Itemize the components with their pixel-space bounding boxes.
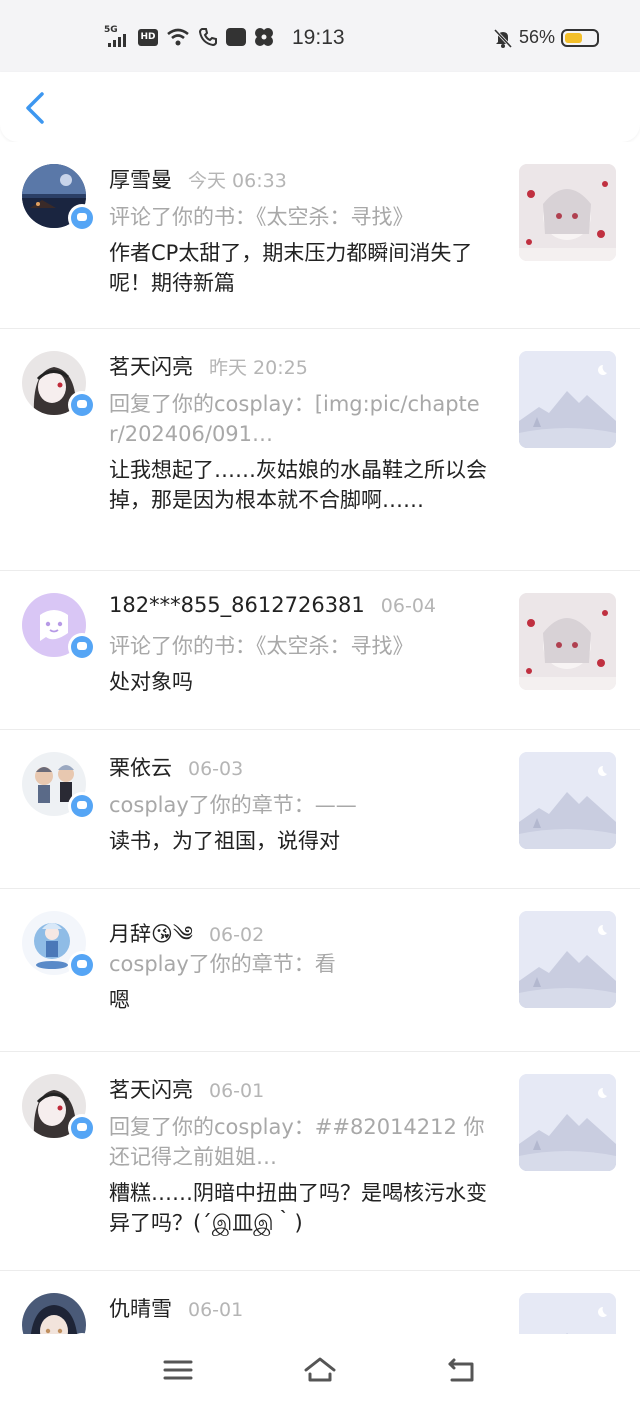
avatar[interactable] [22,164,96,236]
comment-badge-icon [68,204,96,232]
message-content: 糟糕……阴暗中扭曲了吗？是喝核污水变异了吗？(´இ皿இ｀) [109,1181,487,1235]
comment-badge-icon [68,391,96,419]
call-icon [198,27,218,47]
system-navigation-bar [0,1334,640,1408]
mountain-placeholder-icon [519,1293,616,1334]
timestamp: 06-01 [209,1080,265,1102]
status-bar: 5G HD 19:13 56% [0,0,640,80]
timestamp: 06-01 [188,1299,244,1321]
avatar[interactable] [22,351,96,423]
avatar[interactable] [22,1293,96,1334]
user-name[interactable]: 182***855_8612726381 [109,593,365,617]
notification-item[interactable]: 182***855_8612726381 06-04 评论了你的书：《太空杀：寻… [0,571,640,730]
book-cover-thumbnail[interactable] [519,593,616,690]
battery-icon [561,28,600,47]
back-button[interactable] [20,90,50,126]
avatar[interactable] [22,1074,96,1146]
menu-icon [163,1360,193,1380]
message-content: 读书，为了祖国，说得对 [109,829,340,853]
user-name[interactable]: 厚雪曼 [109,164,172,194]
image-placeholder-thumbnail[interactable] [519,911,616,1008]
wifi-icon [166,27,190,47]
cellular-signal-icon: 5G [104,26,130,48]
notification-item[interactable]: 茗天闪亮 昨天 20:25 回复了你的cosplay：[img:pic/chap… [0,329,640,571]
status-icons: 5G HD [104,26,274,48]
message-content: 处对象吗 [109,670,193,694]
comment-badge-icon [68,951,96,979]
mute-bell-icon [493,28,513,48]
status-right: 56% [493,27,600,48]
book-cover-thumbnail[interactable] [519,164,616,261]
fan-app-icon [254,27,274,47]
home-icon [304,1357,336,1382]
message-content: 嗯 [109,988,130,1012]
action-text: 回复了你的cosplay：[img:pic/chapter/202406/091… [109,392,480,446]
action-text: 评论了你的书：《太空杀：寻找》 [109,205,414,229]
clock: 19:13 [292,26,345,49]
avatar[interactable] [22,593,96,665]
notification-app-icon [226,28,246,46]
return-icon [448,1358,474,1382]
timestamp: 06-02 [208,924,265,946]
avatar[interactable] [22,911,96,983]
image-placeholder-thumbnail[interactable] [519,351,616,448]
notification-list[interactable]: 厚雪曼 今天 06:33 评论了你的书：《太空杀：寻找》 作者CP太甜了，期末压… [0,142,640,1334]
timestamp: 今天 06:33 [188,170,287,192]
avatar[interactable] [22,752,96,824]
mountain-placeholder-icon [519,351,616,448]
user-name[interactable]: 茗天闪亮 [109,351,193,381]
action-text: 评论了你的书：《太空杀：寻找》 [109,634,414,658]
image-placeholder-thumbnail[interactable] [519,752,616,849]
message-content: 作者CP太甜了，期末压力都瞬间消失了呢！期待新篇 [109,241,473,295]
action-text: 回复了你的cosplay：##82014212 你还记得之前姐姐… [109,1115,485,1169]
recent-apps-button[interactable] [160,1354,196,1386]
notification-item[interactable]: 仇晴雪 06-01 [0,1271,640,1334]
notification-item[interactable]: 月辞😘༄ 06-02 cosplay了你的章节：看 嗯 [0,889,640,1052]
home-button[interactable] [302,1354,338,1386]
timestamp: 06-04 [380,595,436,617]
user-name[interactable]: 栗依云 [109,752,172,782]
notification-item[interactable]: 栗依云 06-03 cosplay了你的章节：—— 读书，为了祖国，说得对 [0,730,640,889]
user-name[interactable]: 仇晴雪 [109,1293,172,1323]
image-placeholder-thumbnail[interactable] [519,1074,616,1171]
top-bar [0,72,640,142]
user-name[interactable]: 茗天闪亮 [109,1074,193,1104]
dark-hair-avatar [22,1293,86,1334]
timestamp: 昨天 20:25 [209,357,308,379]
mountain-placeholder-icon [519,1074,616,1171]
system-back-button[interactable] [444,1354,480,1386]
battery-percent: 56% [519,27,556,47]
timestamp: 06-03 [188,758,244,780]
battery-fill [565,32,582,43]
comment-badge-icon [68,792,96,820]
mountain-placeholder-icon [519,752,616,849]
notification-item[interactable]: 厚雪曼 今天 06:33 评论了你的书：《太空杀：寻找》 作者CP太甜了，期末压… [0,142,640,329]
action-text: cosplay了你的章节：—— [109,793,357,817]
comment-badge-icon [68,633,96,661]
notification-item[interactable]: 茗天闪亮 06-01 回复了你的cosplay：##82014212 你还记得之… [0,1052,640,1271]
message-content: 让我想起了……灰姑娘的水晶鞋之所以会掉，那是因为根本就不合脚啊…… [109,458,487,512]
image-placeholder-thumbnail[interactable] [519,1293,616,1334]
comment-badge-icon [68,1114,96,1142]
action-text: cosplay了你的章节：看 [109,952,336,976]
back-arrow-icon [26,92,44,124]
hd-icon: HD [138,28,158,46]
mountain-placeholder-icon [519,911,616,1008]
